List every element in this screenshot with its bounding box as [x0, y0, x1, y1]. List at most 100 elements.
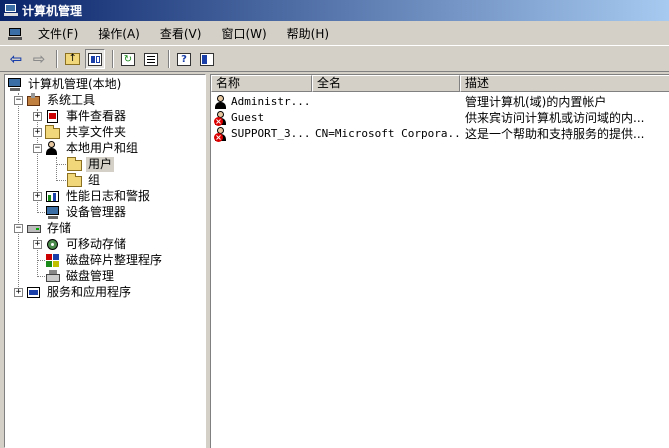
tree-item-disk-management[interactable]: 磁盘管理: [45, 268, 116, 284]
folder-icon: [67, 172, 83, 188]
tree-item-label: 计算机管理(本地): [28, 76, 122, 91]
expand-toggle[interactable]: +: [33, 128, 42, 137]
storage-icon: [26, 221, 42, 236]
title-bar[interactable]: 计算机管理: [0, 0, 669, 21]
expand-toggle[interactable]: +: [33, 240, 42, 249]
collapse-toggle[interactable]: −: [14, 96, 23, 105]
back-button[interactable]: ⇦: [6, 49, 26, 69]
tree-item-perf-logs[interactable]: 性能日志和警报: [45, 188, 152, 204]
tree-item-removable-storage[interactable]: 可移动存储: [45, 236, 128, 252]
tree-line: [37, 260, 45, 261]
tree-item-device-manager[interactable]: 设备管理器: [45, 204, 128, 220]
tree-item-groups[interactable]: 组: [67, 172, 102, 188]
system-tools-icon: [26, 92, 42, 108]
column-header-description[interactable]: 描述: [460, 75, 669, 92]
expand-toggle[interactable]: +: [14, 288, 23, 297]
list-row[interactable]: Administr... 管理计算机(域)的内置帐户: [211, 94, 669, 110]
tree-item-label: 磁盘管理: [66, 268, 115, 283]
help-button[interactable]: ?: [174, 49, 194, 69]
tree-line: [56, 180, 66, 181]
tree-item-label: 用户: [86, 156, 115, 172]
event-viewer-icon: [45, 109, 61, 124]
collapse-toggle[interactable]: −: [14, 224, 23, 233]
toolbar-separator: [112, 50, 114, 68]
tree-item-defrag[interactable]: 磁盘碎片整理程序: [45, 252, 164, 268]
expand-toggle[interactable]: +: [33, 192, 42, 201]
user-fullname: [315, 94, 459, 110]
tree-item-label: 服务和应用程序: [47, 284, 132, 299]
column-header-fullname[interactable]: 全名: [312, 75, 460, 92]
removable-storage-icon: [45, 237, 61, 252]
computer-icon: [7, 77, 23, 92]
show-hide-tree-button[interactable]: [85, 49, 105, 69]
console-tree[interactable]: 计算机管理(本地) − 系统工具 + 事件查看器 + 共享文件夹 − 本地用户和…: [4, 74, 206, 448]
tree-item-users[interactable]: 用户: [67, 156, 115, 172]
user-fullname: CN=Microsoft Corpora...: [315, 127, 459, 140]
tree-item-label: 系统工具: [47, 92, 96, 107]
collapse-toggle[interactable]: −: [33, 144, 42, 153]
expand-toggle[interactable]: +: [33, 112, 42, 121]
tree-item-label: 共享文件夹: [66, 124, 127, 139]
tree-line: [37, 212, 45, 213]
list-row[interactable]: × Guest 供来宾访问计算机或访问域的内...: [211, 110, 669, 126]
up-folder-icon: ↑: [64, 53, 80, 65]
disabled-user-icon: ×: [214, 111, 228, 126]
tree-item-label: 组: [88, 172, 101, 187]
tree-item-label: 性能日志和警报: [66, 188, 151, 203]
column-header-name[interactable]: 名称: [211, 75, 312, 92]
performance-logs-icon: [45, 189, 61, 204]
tree-item-label: 本地用户和组: [66, 140, 139, 155]
menu-window[interactable]: 窗口(W): [211, 24, 276, 44]
tree-item-services-apps[interactable]: 服务和应用程序: [26, 284, 133, 300]
back-icon: ⇦: [9, 50, 23, 68]
menu-bar: 文件(F) 操作(A) 查看(V) 窗口(W) 帮助(H): [0, 22, 669, 46]
user-name: Administr...: [231, 95, 311, 108]
toolbar: ⇦ ⇨ ↑ ↻ ?: [0, 47, 669, 72]
defrag-icon: [45, 253, 61, 268]
export-list-icon: [144, 52, 158, 66]
mmc-window-icon[interactable]: [8, 27, 22, 41]
tree-item-label: 事件查看器: [66, 108, 127, 123]
tree-item-event-viewer[interactable]: 事件查看器: [45, 108, 128, 124]
user-icon: [214, 95, 228, 109]
console-tree-button[interactable]: [197, 49, 217, 69]
shared-folder-icon: [45, 124, 61, 140]
up-one-level-button[interactable]: ↑: [62, 49, 82, 69]
user-name: SUPPORT_3...: [231, 127, 311, 140]
tree-line: [37, 276, 45, 277]
menu-file[interactable]: 文件(F): [28, 24, 88, 44]
export-list-button[interactable]: [141, 49, 161, 69]
toolbar-separator: [168, 50, 170, 68]
tree-item-label: 可移动存储: [66, 236, 127, 251]
user-description: 供来宾访问计算机或访问域的内...: [465, 111, 645, 125]
open-folder-icon: [67, 156, 83, 172]
device-manager-icon: [45, 205, 61, 220]
menu-view[interactable]: 查看(V): [150, 24, 212, 44]
users-groups-icon: [45, 140, 61, 156]
console-tree-icon: [200, 52, 214, 66]
menu-action[interactable]: 操作(A): [88, 24, 150, 44]
user-fullname: [315, 110, 459, 126]
toolbar-separator: [56, 50, 58, 68]
tree-item-system-tools[interactable]: 系统工具: [26, 92, 97, 108]
forward-button[interactable]: ⇨: [29, 49, 49, 69]
tree-line: [56, 157, 57, 179]
tree-item-storage[interactable]: 存储: [26, 220, 73, 236]
tree-item-local-users-groups[interactable]: 本地用户和组: [45, 140, 140, 156]
tree-item-label: 磁盘碎片整理程序: [66, 252, 163, 267]
list-row[interactable]: × SUPPORT_3... CN=Microsoft Corpora... 这…: [211, 126, 669, 142]
menu-help[interactable]: 帮助(H): [277, 24, 339, 44]
tree-item-label: 存储: [47, 220, 72, 235]
tree-item-root[interactable]: 计算机管理(本地): [7, 76, 123, 92]
computer-management-icon: [4, 4, 18, 17]
tree-item-shared-folders[interactable]: 共享文件夹: [45, 124, 128, 140]
details-list[interactable]: 名称 全名 描述 Administr... 管理计算机(域)的内置帐户 × Gu…: [210, 74, 669, 448]
help-icon: ?: [177, 52, 191, 66]
show-hide-tree-icon: [88, 52, 102, 66]
disabled-user-icon: ×: [214, 127, 228, 142]
refresh-icon: ↻: [121, 52, 135, 66]
tree-line: [18, 93, 19, 293]
user-name: Guest: [231, 111, 265, 124]
refresh-button[interactable]: ↻: [118, 49, 138, 69]
forward-icon: ⇨: [32, 50, 46, 68]
